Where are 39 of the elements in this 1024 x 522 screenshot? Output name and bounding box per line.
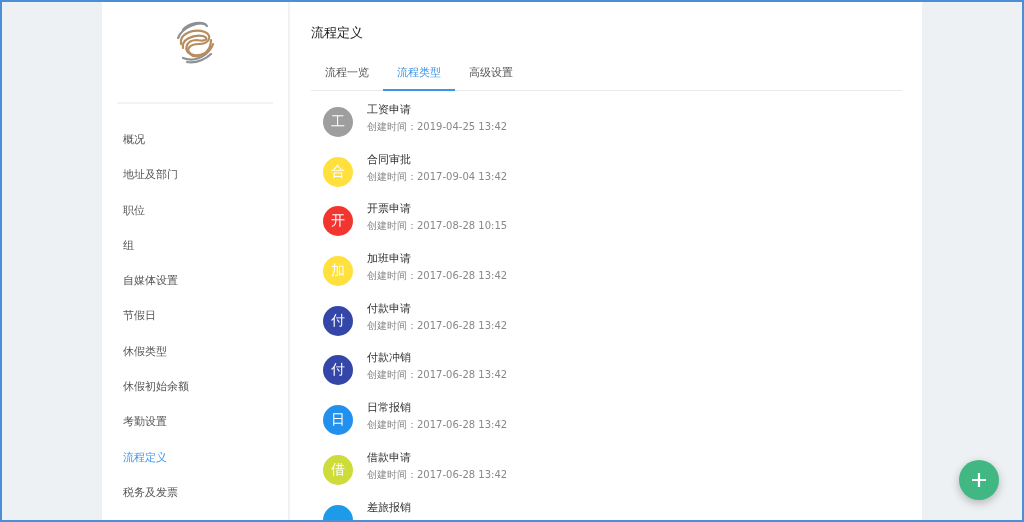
sidebar-item[interactable]: 地址及部门	[102, 157, 288, 193]
sidebar-item[interactable]: 休假初始余额	[102, 369, 288, 405]
flow-name[interactable]: 加班申请	[367, 252, 508, 267]
sidebar-item[interactable]: 休假类型	[102, 333, 288, 370]
flow-name[interactable]: 差旅报销	[367, 500, 411, 515]
sidebar-item[interactable]: 职位	[102, 192, 288, 228]
created-time: 创建时间：2017-06-28 13:42	[367, 369, 508, 382]
tab[interactable]: 流程一览	[311, 57, 383, 91]
tab[interactable]: 高级设置	[455, 57, 527, 91]
created-time: 创建时间：2019-04-25 13:42	[367, 121, 508, 133]
flow-name[interactable]: 日常报销	[367, 401, 508, 416]
sidebar-item[interactable]: 税务及发票	[102, 474, 288, 511]
sidebar-item[interactable]: 考勤设置	[102, 404, 288, 440]
sidebar-item[interactable]: 自媒体设置	[102, 263, 288, 299]
sidebar-item[interactable]: 组	[102, 227, 288, 264]
sidebar-item[interactable]: 节假日	[102, 298, 288, 334]
avatar-badge: 工	[323, 107, 353, 137]
avatar-badge: 付	[323, 355, 353, 386]
created-time: 创建时间：2017-06-28 13:42	[367, 419, 508, 432]
avatar-badge: 日	[323, 405, 353, 436]
flow-name[interactable]: 合同审批	[367, 152, 508, 167]
created-time: 创建时间：2017-06-28 13:42	[367, 319, 508, 332]
flow-name[interactable]: 开票申请	[367, 202, 508, 217]
page-title: 流程定义	[311, 24, 364, 42]
created-time: 创建时间：2017-06-28 13:42	[367, 468, 508, 481]
flow-name[interactable]: 工资申请	[367, 103, 508, 117]
avatar-badge: 加	[323, 256, 353, 287]
sidebar-item[interactable]: 概况	[102, 122, 288, 158]
created-time: 创建时间：2017-06-28 13:42	[367, 270, 508, 283]
created-time: 创建时间：2017-09-04 13:42	[367, 170, 508, 183]
created-time: 创建时间：2017-08-28 10:15	[367, 220, 508, 233]
plus-icon	[971, 472, 987, 488]
avatar-badge: 借	[323, 454, 353, 485]
flow-name[interactable]: 付款冲销	[367, 351, 508, 366]
flow-name[interactable]: 付款申请	[367, 301, 508, 316]
flow-name[interactable]: 借款申请	[367, 450, 508, 465]
avatar-badge: 合	[323, 156, 353, 187]
avatar-badge: 付	[323, 305, 353, 336]
avatar-badge: 开	[323, 206, 353, 237]
